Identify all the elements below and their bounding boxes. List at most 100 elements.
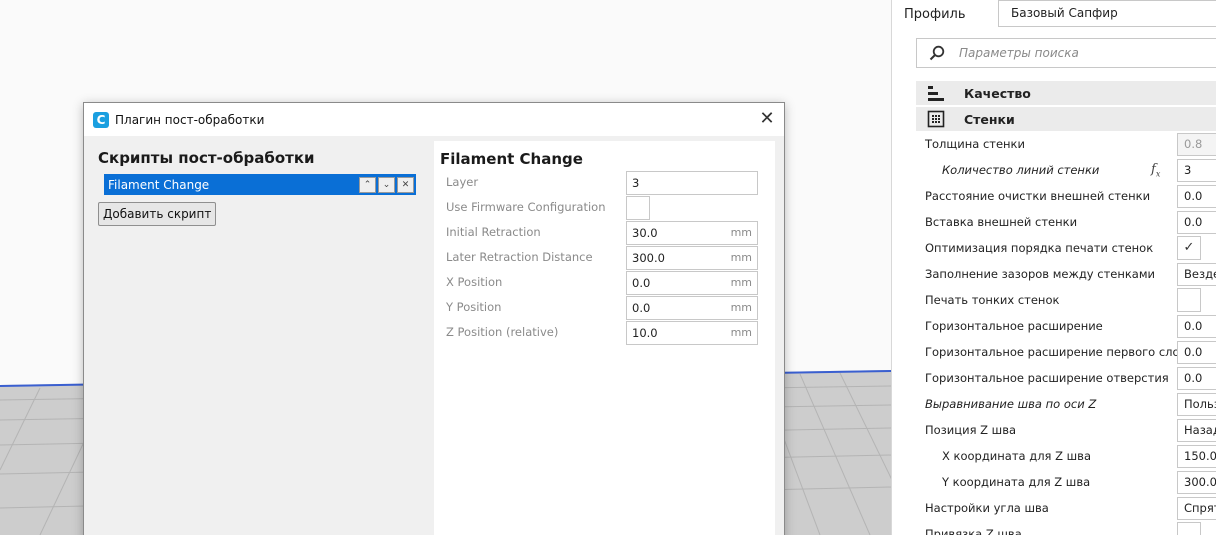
setting-label: Настройки угла шва (925, 501, 1049, 515)
setting-outer-wall-inset: Вставка внешней стенки 0.0 (925, 210, 1216, 236)
z-seam-y-input[interactable]: 300.0 (1177, 471, 1216, 494)
z-seam-alignment-select[interactable]: Пользовательский (1177, 393, 1216, 416)
print-settings-panel: Профиль Базовый Сапфир Параметры поиска … (891, 0, 1216, 535)
seam-corner-select[interactable]: Спрятать (1177, 497, 1216, 520)
setting-outer-wall-wipe: Расстояние очистки внешней стенки 0.0 (925, 184, 1216, 210)
field-initial-retraction: Initial Retraction 30.0 mm (446, 221, 766, 245)
setting-label: Y координата для Z шва (942, 475, 1091, 489)
search-input[interactable]: Параметры поиска (959, 46, 1079, 60)
initial-retraction-input[interactable]: 30.0 mm (626, 221, 758, 245)
walls-icon (926, 110, 946, 128)
field-z-position: Z Position (relative) 10.0 mm (446, 321, 766, 345)
wall-thickness-input[interactable]: 0.8 (1177, 133, 1216, 156)
field-layer: Layer 3 (446, 171, 766, 195)
close-icon[interactable]: ✕ (758, 110, 776, 128)
post-processing-dialog: C Плагин пост-обработки ✕ Скрипты пост-о… (83, 102, 785, 535)
outer-wall-inset-input[interactable]: 0.0 (1177, 211, 1216, 234)
field-y-position: Y Position 0.0 mm (446, 296, 766, 320)
add-script-button[interactable]: Добавить скрипт (98, 202, 217, 226)
z-position-input[interactable]: 10.0 mm (626, 321, 758, 345)
later-retraction-input[interactable]: 300.0 mm (626, 246, 758, 270)
unit-label: mm (730, 276, 752, 289)
hole-expansion-input[interactable]: 0.0 (1177, 367, 1216, 390)
cura-logo-icon: C (93, 111, 109, 128)
setting-z-seam-snap: Привязка Z шва (925, 522, 1216, 535)
dialog-title: Плагин пост-обработки (115, 112, 265, 127)
field-label: Layer (446, 175, 479, 189)
setting-label: Расстояние очистки внешней стенки (925, 189, 1151, 203)
search-icon (929, 45, 945, 61)
setting-optimize-wall-order: Оптимизация порядка печати стенок ✓ (925, 236, 1216, 262)
setting-label: Горизонтальное расширение отверстия (925, 371, 1169, 385)
thin-walls-checkbox[interactable] (1177, 288, 1201, 312)
field-label: X Position (446, 275, 503, 289)
fill-gaps-select[interactable]: Везде (1177, 263, 1216, 286)
setting-wall-line-count: Количество линий стенки fx 3 (925, 158, 1216, 184)
script-item-label: Filament Change (108, 177, 210, 192)
section-quality[interactable]: Качество (916, 81, 1216, 105)
function-icon[interactable]: fx (1151, 162, 1160, 179)
scripts-pane: Скрипты пост-обработки Filament Change ⌃… (98, 149, 418, 226)
setting-label: Позиция Z шва (925, 423, 1017, 437)
setting-fill-gaps: Заполнение зазоров между стенками Везде (925, 262, 1216, 288)
remove-script-button[interactable]: ✕ (397, 176, 414, 193)
wall-line-count-input[interactable]: 3 (1177, 159, 1216, 182)
profile-label: Профиль (904, 7, 966, 22)
field-label: Z Position (relative) (446, 325, 559, 339)
section-label: Качество (964, 85, 1031, 101)
horizontal-expansion-input[interactable]: 0.0 (1177, 315, 1216, 338)
field-label: Use Firmware Configuration (446, 200, 606, 214)
field-label: Y Position (446, 300, 502, 314)
script-list-item[interactable]: Filament Change ⌃ ⌄ ✕ (104, 174, 416, 195)
outer-wall-wipe-input[interactable]: 0.0 (1177, 185, 1216, 208)
field-x-position: X Position 0.0 mm (446, 271, 766, 295)
unit-label: mm (730, 251, 752, 264)
setting-seam-corner: Настройки угла шва Спрятать (925, 496, 1216, 522)
settings-search[interactable]: Параметры поиска (916, 38, 1216, 68)
z-seam-position-select[interactable]: Назад (1177, 419, 1216, 442)
move-down-button[interactable]: ⌄ (378, 176, 395, 193)
setting-thin-walls: Печать тонких стенок (925, 288, 1216, 314)
script-settings-heading: Filament Change (440, 150, 583, 168)
setting-label: Печать тонких стенок (925, 293, 1060, 307)
setting-z-seam-x: X координата для Z шва 150.0 (925, 444, 1216, 470)
y-position-input[interactable]: 0.0 mm (626, 296, 758, 320)
setting-z-seam-alignment: Выравнивание шва по оси Z Пользовательск… (925, 392, 1216, 418)
section-label: Стенки (964, 111, 1015, 127)
setting-label: Оптимизация порядка печати стенок (925, 241, 1154, 255)
profile-select[interactable]: Базовый Сапфир (998, 0, 1216, 27)
field-later-retraction: Later Retraction Distance 300.0 mm (446, 246, 766, 270)
setting-label: X координата для Z шва (942, 449, 1092, 463)
x-position-input[interactable]: 0.0 mm (626, 271, 758, 295)
setting-hole-expansion: Горизонтальное расширение отверстия 0.0 (925, 366, 1216, 392)
layer-input[interactable]: 3 (626, 171, 758, 195)
optimize-wall-order-checkbox[interactable]: ✓ (1177, 236, 1201, 260)
z-seam-snap-checkbox[interactable] (1177, 522, 1201, 535)
setting-label: Горизонтальное расширение первого слоя (925, 345, 1187, 359)
z-seam-x-input[interactable]: 150.0 (1177, 445, 1216, 468)
section-walls[interactable]: Стенки (916, 107, 1216, 131)
setting-wall-thickness: Толщина стенки 0.8 (925, 132, 1216, 158)
move-up-button[interactable]: ⌃ (359, 176, 376, 193)
unit-label: mm (730, 301, 752, 314)
setting-initial-layer-expansion: Горизонтальное расширение первого слоя 0… (925, 340, 1216, 366)
unit-label: mm (730, 326, 752, 339)
setting-label: Вставка внешней стенки (925, 215, 1078, 229)
script-settings-pane: Filament Change Layer 3 Use Firmware Con… (434, 141, 775, 535)
scripts-heading: Скрипты пост-обработки (98, 149, 315, 167)
dialog-titlebar[interactable]: C Плагин пост-обработки ✕ (84, 103, 784, 136)
unit-label: mm (730, 226, 752, 239)
setting-label: Количество линий стенки (942, 163, 1100, 177)
setting-label: Привязка Z шва (925, 527, 1022, 535)
setting-label: Горизонтальное расширение (925, 319, 1103, 333)
use-firmware-config-checkbox[interactable] (626, 196, 650, 220)
field-label: Initial Retraction (446, 225, 541, 239)
field-use-firmware-config: Use Firmware Configuration (446, 196, 766, 220)
setting-label: Заполнение зазоров между стенками (925, 267, 1156, 281)
quality-icon (926, 84, 946, 102)
initial-layer-expansion-input[interactable]: 0.0 (1177, 341, 1216, 364)
setting-horizontal-expansion: Горизонтальное расширение 0.0 (925, 314, 1216, 340)
setting-z-seam-y: Y координата для Z шва 300.0 (925, 470, 1216, 496)
field-label: Later Retraction Distance (446, 250, 593, 264)
setting-label: Выравнивание шва по оси Z (925, 397, 1097, 411)
